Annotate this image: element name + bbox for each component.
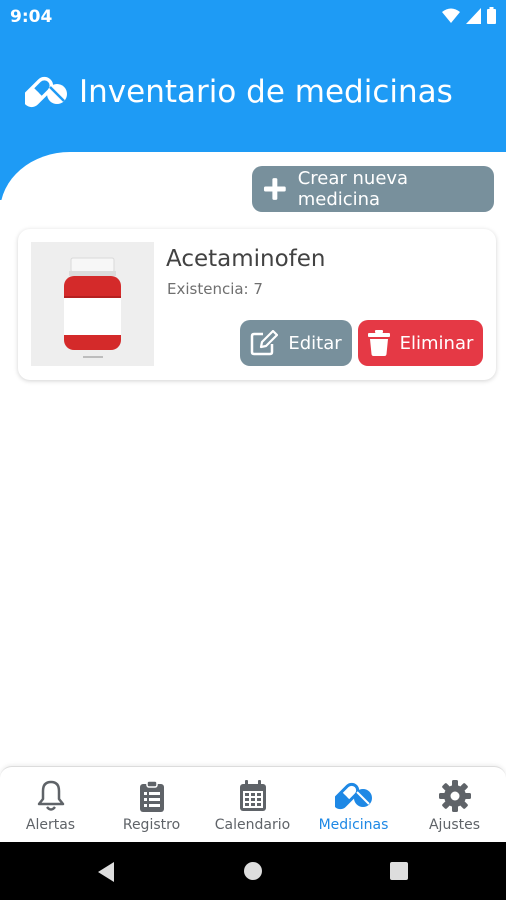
medicine-stock: Existencia: 7 (167, 280, 263, 298)
pills-icon (22, 74, 69, 115)
nav-label-registro: Registro (122, 817, 181, 833)
nav-item-alertas[interactable]: Alertas (0, 767, 101, 843)
edit-button[interactable]: Editar (240, 320, 352, 366)
calendar-icon (239, 779, 267, 813)
status-icons (442, 7, 496, 24)
delete-button[interactable]: Eliminar (358, 320, 483, 366)
medicine-card: Acetaminofen Existencia: 7 Editar Elimin… (18, 229, 496, 380)
system-navigation-bar (0, 842, 506, 900)
nav-item-calendario[interactable]: Calendario (202, 767, 303, 843)
status-time: 9:04 (10, 7, 53, 27)
nav-item-medicinas[interactable]: Medicinas (303, 767, 404, 843)
status-bar: 9:04 (0, 0, 506, 32)
wifi-icon (442, 8, 460, 23)
nav-label-medicinas: Medicinas (318, 817, 389, 833)
page-title: Inventario de medicinas (79, 74, 453, 110)
plus-icon (263, 178, 286, 200)
edit-icon (251, 330, 279, 356)
bell-icon (37, 779, 65, 813)
pills-icon (334, 779, 373, 813)
home-icon[interactable] (243, 861, 263, 881)
signal-icon (466, 7, 481, 24)
delete-label: Eliminar (399, 332, 474, 354)
clipboard-icon (139, 779, 165, 813)
nav-label-alertas: Alertas (25, 817, 76, 833)
create-medicine-button[interactable]: Crear nueva medicina (252, 166, 494, 212)
nav-label-calendario: Calendario (214, 817, 291, 833)
medicine-image (31, 242, 154, 366)
nav-item-ajustes[interactable]: Ajustes (404, 767, 505, 843)
nav-item-registro[interactable]: Registro (101, 767, 202, 843)
battery-icon (487, 7, 496, 24)
medicine-name: Acetaminofen (166, 246, 326, 272)
recents-icon[interactable] (390, 862, 408, 880)
gear-icon (438, 779, 471, 813)
back-icon[interactable] (96, 861, 116, 883)
create-medicine-label: Crear nueva medicina (297, 168, 409, 210)
medicine-bottle-illustration (31, 242, 154, 366)
bottom-navigation: Alertas Registro Calendario Medicinas Aj… (0, 766, 506, 843)
nav-label-ajustes: Ajustes (428, 817, 481, 833)
edit-label: Editar (288, 332, 342, 354)
trash-icon (367, 330, 390, 356)
